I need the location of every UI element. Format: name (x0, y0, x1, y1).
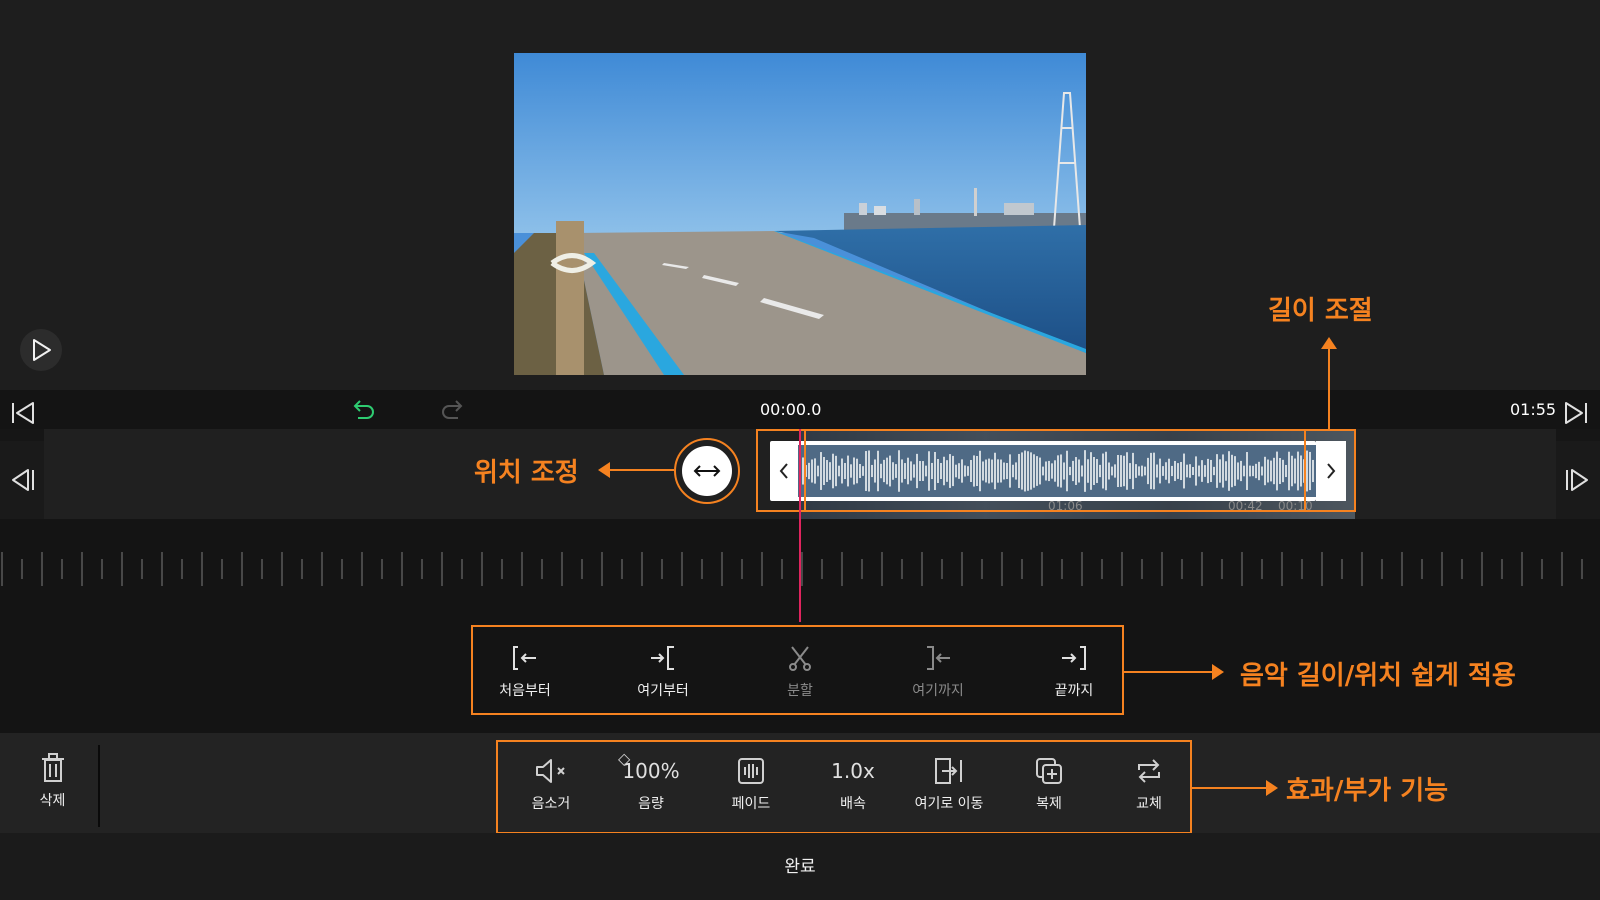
fade-icon (738, 758, 764, 784)
trim-from-start-label: 처음부터 (499, 683, 551, 699)
trim-from-here-icon (651, 646, 674, 670)
trash-icon (41, 753, 64, 782)
arrow-left-icon (598, 462, 610, 478)
skip-to-end-button[interactable] (1563, 400, 1589, 430)
video-preview (514, 53, 1086, 375)
keyframe-diamond-icon: ◇ (618, 749, 631, 768)
horizontal-arrows-icon (693, 465, 721, 477)
prev-frame-button[interactable] (0, 441, 44, 519)
skip-to-start-button[interactable] (10, 400, 36, 430)
annotation-arrow-left-line (610, 469, 674, 471)
speed-label: 배속 (840, 796, 866, 812)
next-frame-icon (1566, 469, 1588, 491)
undo-button[interactable] (350, 398, 376, 426)
annotation-effects: 효과/부가 기능 (1286, 776, 1449, 806)
annotation-length-adjust: 길이 조절 (1268, 296, 1373, 326)
trim-to-end-icon (1062, 646, 1086, 670)
trim-to-end-button[interactable]: 끝까지 (1019, 642, 1129, 700)
move-here-button[interactable]: 여기로 이동 (894, 755, 1004, 813)
fade-button[interactable]: 페이드 (696, 755, 806, 813)
duplicate-label: 복제 (1036, 796, 1062, 812)
replace-button[interactable]: 교체 (1094, 755, 1204, 813)
replace-icon (1138, 759, 1160, 783)
mute-button[interactable]: 음소거 (496, 755, 606, 813)
divider (98, 745, 100, 827)
total-time: 01:55 (1510, 400, 1557, 419)
annotation-arrow-up-line (1328, 348, 1330, 429)
trim-from-start-button[interactable]: 처음부터 (470, 642, 580, 700)
arrow-right-icon (1266, 780, 1278, 796)
trim-from-here-label: 여기부터 (637, 683, 689, 699)
redo-button[interactable] (440, 398, 466, 426)
speed-value: 1.0x (831, 759, 875, 783)
scissors-icon (789, 646, 811, 671)
split-label: 분할 (787, 683, 813, 699)
mute-label: 음소거 (531, 796, 571, 812)
fade-label: 페이드 (731, 796, 771, 812)
duplicate-icon (1036, 758, 1062, 784)
undo-icon (353, 400, 374, 419)
trim-to-here-icon (927, 646, 950, 670)
duplicate-button[interactable]: 복제 (994, 755, 1104, 813)
trim-from-start-icon (513, 646, 536, 670)
volume-value: 100% (622, 759, 680, 783)
current-time: 00:00.0 (760, 400, 822, 419)
annotation-arrow-right-line-2 (1192, 787, 1268, 789)
clip-highlight (756, 429, 1356, 512)
trim-to-here-button[interactable]: 여기까지 (883, 642, 993, 700)
trim-from-here-button[interactable]: 여기부터 (608, 642, 718, 700)
skip-to-start-icon (12, 402, 34, 424)
move-here-label: 여기로 이동 (914, 796, 984, 812)
play-button[interactable] (20, 329, 62, 371)
volume-label: 음량 (638, 796, 664, 812)
replace-label: 교체 (1136, 796, 1162, 812)
speed-button[interactable]: 1.0x 배속 (798, 755, 908, 813)
prev-frame-icon (12, 469, 34, 491)
next-frame-button[interactable] (1556, 441, 1600, 519)
delete-button[interactable]: 삭제 (0, 752, 105, 810)
annotation-easy-apply: 음악 길이/위치 쉽게 적용 (1240, 661, 1516, 691)
redo-icon (442, 400, 463, 419)
position-adjust-highlight (674, 438, 740, 504)
arrow-up-icon (1321, 337, 1337, 349)
arrow-right-icon (1212, 664, 1224, 680)
delete-label: 삭제 (39, 793, 66, 809)
move-here-icon (935, 758, 962, 784)
volume-button[interactable]: ◇ 100% 음량 (596, 749, 706, 813)
position-adjust-button[interactable] (682, 446, 732, 496)
annotation-arrow-right-line-1 (1124, 671, 1214, 673)
play-icon (33, 339, 51, 361)
skip-to-end-icon (1565, 402, 1587, 424)
annotation-position-adjust: 위치 조정 (474, 458, 579, 488)
split-button[interactable]: 분할 (745, 642, 855, 700)
mute-icon (536, 759, 565, 783)
trim-to-here-label: 여기까지 (912, 683, 964, 699)
done-button[interactable]: 완료 (760, 852, 840, 877)
trim-to-end-label: 끝까지 (1054, 683, 1094, 699)
playhead[interactable] (799, 429, 801, 622)
